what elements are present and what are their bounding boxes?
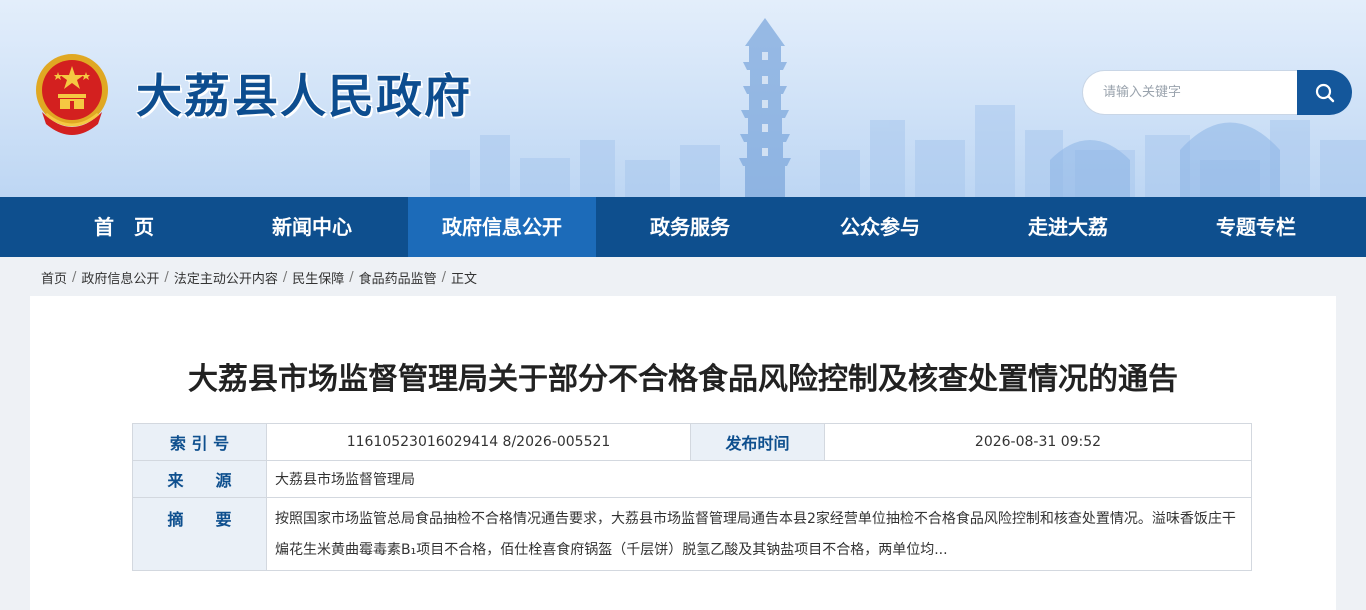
- meta-label-date: 发布时间: [690, 423, 825, 461]
- meta-label-summary: 摘 要: [132, 497, 267, 571]
- meta-row-index: 索 引 号 11610523016029414 8/2026-005521 发布…: [132, 423, 1252, 461]
- breadcrumb-separator: /: [282, 270, 288, 285]
- site-title[interactable]: 大荔县人民政府: [136, 68, 472, 124]
- nav-item-gov-info[interactable]: 政府信息公开: [408, 197, 596, 257]
- meta-value-index: 11610523016029414 8/2026-005521: [266, 423, 691, 461]
- breadcrumb-food-drug[interactable]: 食品药品监管: [359, 272, 437, 287]
- meta-value-summary: 按照国家市场监管总局食品抽检不合格情况通告要求，大荔县市场监督管理局通告本县2家…: [266, 497, 1252, 571]
- meta-label-index: 索 引 号: [132, 423, 267, 461]
- nav-item-home[interactable]: 首 页: [30, 197, 218, 257]
- article-title: 大荔县市场监督管理局关于部分不合格食品风险控制及核查处置情况的通告: [188, 362, 1178, 397]
- meta-value-date: 2026-08-31 09:52: [824, 423, 1252, 461]
- main-nav: 首 页 新闻中心 政府信息公开 政务服务 公众参与 走进大荔 专题专栏: [0, 197, 1366, 257]
- meta-row-source: 来 源 大荔县市场监督管理局: [132, 460, 1252, 498]
- nav-item-topics[interactable]: 专题专栏: [1162, 197, 1350, 257]
- article-container: 大荔县市场监督管理局关于部分不合格食品风险控制及核查处置情况的通告 索 引 号 …: [30, 296, 1336, 610]
- nav-item-about-dali[interactable]: 走进大荔: [974, 197, 1162, 257]
- nav-item-participation[interactable]: 公众参与: [786, 197, 974, 257]
- nav-item-news[interactable]: 新闻中心: [218, 197, 406, 257]
- breadcrumb-separator: /: [72, 270, 77, 285]
- national-emblem-icon: [36, 54, 108, 135]
- meta-row-summary: 摘 要 按照国家市场监管总局食品抽检不合格情况通告要求，大荔县市场监督管理局通告…: [132, 497, 1252, 571]
- breadcrumb-separator: /: [441, 270, 447, 285]
- nav-item-services[interactable]: 政务服务: [596, 197, 784, 257]
- meta-label-source: 来 源: [132, 460, 267, 498]
- breadcrumb-separator: /: [349, 270, 354, 285]
- meta-value-source: 大荔县市场监督管理局: [266, 460, 1252, 498]
- breadcrumb-gov-info[interactable]: 政府信息公开: [81, 272, 159, 287]
- article-meta-table: 索 引 号 11610523016029414 8/2026-005521 发布…: [132, 423, 1252, 571]
- breadcrumb-separator: /: [164, 270, 169, 285]
- search-icon: [1315, 83, 1334, 102]
- breadcrumb-home[interactable]: 首页: [41, 272, 67, 287]
- search-box: [1082, 70, 1352, 115]
- site-header: 大荔县人民政府: [0, 0, 1366, 197]
- breadcrumb: 首页 / 政府信息公开 / 法定主动公开内容 / 民生保障 / 食品药品监管 / 正文: [41, 268, 478, 287]
- search-button[interactable]: [1297, 70, 1352, 115]
- breadcrumb-livelihood[interactable]: 民生保障: [292, 272, 344, 287]
- breadcrumb-statutory[interactable]: 法定主动公开内容: [174, 272, 278, 287]
- search-input[interactable]: [1082, 70, 1308, 115]
- breadcrumb-current: 正文: [451, 272, 478, 287]
